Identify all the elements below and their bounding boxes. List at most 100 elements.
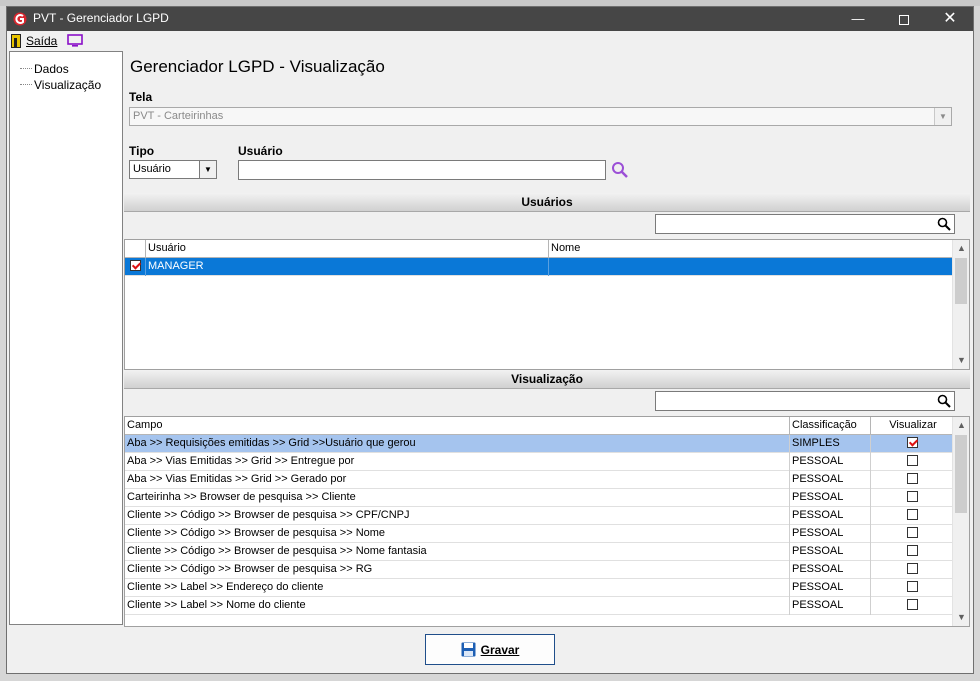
- table-row[interactable]: Cliente >> Label >> Endereço do cliente P…: [125, 579, 953, 597]
- column-header-visualizar[interactable]: Visualizar: [871, 417, 953, 435]
- column-header-check: [125, 240, 146, 258]
- cell-visualizar[interactable]: [871, 489, 953, 507]
- visualizar-checkbox[interactable]: [906, 544, 918, 556]
- navigation-tree: Dados Visualização: [9, 51, 123, 625]
- cell-visualizar[interactable]: [871, 597, 953, 615]
- close-button[interactable]: ✕: [927, 7, 973, 31]
- save-button[interactable]: Gravar: [425, 634, 555, 665]
- view-grid-scrollbar[interactable]: ▲ ▼: [952, 417, 969, 626]
- tipo-value: Usuário: [133, 163, 171, 175]
- cell-visualizar[interactable]: [871, 471, 953, 489]
- visualizar-checkbox[interactable]: [906, 490, 918, 502]
- users-grid-header: Usuário Nome: [125, 240, 952, 258]
- chevron-down-icon[interactable]: ▼: [199, 161, 216, 178]
- scroll-up-icon[interactable]: ▲: [953, 417, 969, 434]
- tela-select: PVT - Carteirinhas ▼: [129, 107, 952, 126]
- scroll-down-icon[interactable]: ▼: [953, 609, 969, 626]
- cell-classificacao: PESSOAL: [790, 561, 871, 579]
- cell-visualizar[interactable]: [871, 561, 953, 579]
- table-row[interactable]: MANAGER: [125, 258, 952, 276]
- menu-bar: Saída: [7, 31, 973, 51]
- table-row[interactable]: Carteirinha >> Browser de pesquisa >> Cl…: [125, 489, 953, 507]
- column-header-campo[interactable]: Campo: [125, 417, 790, 435]
- cell-visualizar[interactable]: [871, 525, 953, 543]
- view-search-input[interactable]: [655, 391, 955, 411]
- users-grid: Usuário Nome MANAGER ▲ ▼: [124, 239, 970, 370]
- tipo-label: Tipo: [129, 144, 155, 158]
- cell-classificacao: PESSOAL: [790, 525, 871, 543]
- search-icon[interactable]: [937, 394, 951, 408]
- users-section-header: Usuários: [124, 193, 970, 212]
- users-search-input[interactable]: [655, 214, 955, 234]
- tipo-select[interactable]: Usuário ▼: [129, 160, 217, 179]
- cell-visualizar[interactable]: [871, 453, 953, 471]
- row-checkbox[interactable]: [129, 259, 141, 271]
- page-title: Gerenciador LGPD - Visualização: [130, 57, 385, 76]
- visualizar-checkbox[interactable]: [906, 454, 918, 466]
- search-icon[interactable]: [611, 161, 629, 179]
- maximize-icon: [899, 14, 909, 25]
- main-panel: Gerenciador LGPD - Visualização Tela PVT…: [123, 51, 971, 627]
- tree-item-dados[interactable]: Dados: [20, 61, 69, 76]
- cell-visualizar[interactable]: [871, 435, 953, 453]
- window-title: PVT - Gerenciador LGPD: [33, 11, 169, 25]
- usuario-input[interactable]: [238, 160, 606, 180]
- table-row[interactable]: Aba >> Vias Emitidas >> Grid >> Entregue…: [125, 453, 953, 471]
- cell-campo: Aba >> Vias Emitidas >> Grid >> Gerado p…: [125, 471, 790, 489]
- scroll-up-icon[interactable]: ▲: [953, 240, 969, 257]
- search-icon[interactable]: [937, 217, 951, 231]
- column-header-usuario[interactable]: Usuário: [146, 240, 549, 258]
- title-bar[interactable]: PVT - Gerenciador LGPD — ✕: [7, 7, 973, 31]
- visualizar-checkbox[interactable]: [906, 436, 918, 448]
- users-grid-scrollbar[interactable]: ▲ ▼: [952, 240, 969, 369]
- view-grid: Campo Classificação Visualizar Aba >> Re…: [124, 416, 970, 627]
- table-row[interactable]: Aba >> Requisições emitidas >> Grid >>Us…: [125, 435, 953, 453]
- save-label: Gravar: [480, 642, 520, 657]
- tree-connector: [20, 84, 32, 85]
- visualizar-checkbox[interactable]: [906, 598, 918, 610]
- visualizar-checkbox[interactable]: [906, 508, 918, 520]
- maximize-button[interactable]: [881, 7, 927, 31]
- view-grid-header: Campo Classificação Visualizar: [125, 417, 953, 435]
- cell-campo: Cliente >> Código >> Browser de pesquisa…: [125, 507, 790, 525]
- tela-label: Tela: [129, 90, 153, 104]
- chevron-down-icon: ▼: [934, 108, 951, 125]
- cell-classificacao: PESSOAL: [790, 489, 871, 507]
- visualizar-checkbox[interactable]: [906, 580, 918, 592]
- cell-classificacao: PESSOAL: [790, 453, 871, 471]
- column-header-nome[interactable]: Nome: [549, 240, 952, 258]
- cell-classificacao: PESSOAL: [790, 597, 871, 615]
- row-checkbox-cell[interactable]: [125, 258, 146, 276]
- cell-classificacao: PESSOAL: [790, 579, 871, 597]
- cell-campo: Carteirinha >> Browser de pesquisa >> Cl…: [125, 489, 790, 507]
- exit-label: Saída: [26, 34, 58, 48]
- visualizar-checkbox[interactable]: [906, 526, 918, 538]
- cell-nome: [549, 258, 952, 276]
- table-row[interactable]: Cliente >> Código >> Browser de pesquisa…: [125, 561, 953, 579]
- cell-visualizar[interactable]: [871, 507, 953, 525]
- cell-campo: Aba >> Requisições emitidas >> Grid >>Us…: [125, 435, 790, 453]
- visualizar-checkbox[interactable]: [906, 562, 918, 574]
- exit-menu-item[interactable]: Saída: [11, 33, 57, 49]
- table-row[interactable]: Cliente >> Código >> Browser de pesquisa…: [125, 525, 953, 543]
- cell-classificacao: PESSOAL: [790, 543, 871, 561]
- table-row[interactable]: Cliente >> Código >> Browser de pesquisa…: [125, 543, 953, 561]
- cell-classificacao: PESSOAL: [790, 471, 871, 489]
- minimize-button[interactable]: —: [835, 7, 881, 31]
- column-header-classificacao[interactable]: Classificação: [790, 417, 871, 435]
- scroll-thumb[interactable]: [955, 258, 967, 304]
- cell-campo: Cliente >> Label >> Nome do cliente: [125, 597, 790, 615]
- visualizar-checkbox[interactable]: [906, 472, 918, 484]
- cell-classificacao: PESSOAL: [790, 507, 871, 525]
- table-row[interactable]: Cliente >> Label >> Nome do cliente PESSO…: [125, 597, 953, 615]
- table-row[interactable]: Aba >> Vias Emitidas >> Grid >> Gerado p…: [125, 471, 953, 489]
- cell-visualizar[interactable]: [871, 543, 953, 561]
- footer-bar: Gravar: [7, 627, 973, 673]
- tree-item-visualizacao[interactable]: Visualização: [20, 77, 101, 92]
- cell-visualizar[interactable]: [871, 579, 953, 597]
- table-row[interactable]: Cliente >> Código >> Browser de pesquisa…: [125, 507, 953, 525]
- scroll-thumb[interactable]: [955, 435, 967, 513]
- app-logo-icon: [13, 12, 27, 26]
- monitor-icon[interactable]: [67, 34, 83, 47]
- scroll-down-icon[interactable]: ▼: [953, 352, 969, 369]
